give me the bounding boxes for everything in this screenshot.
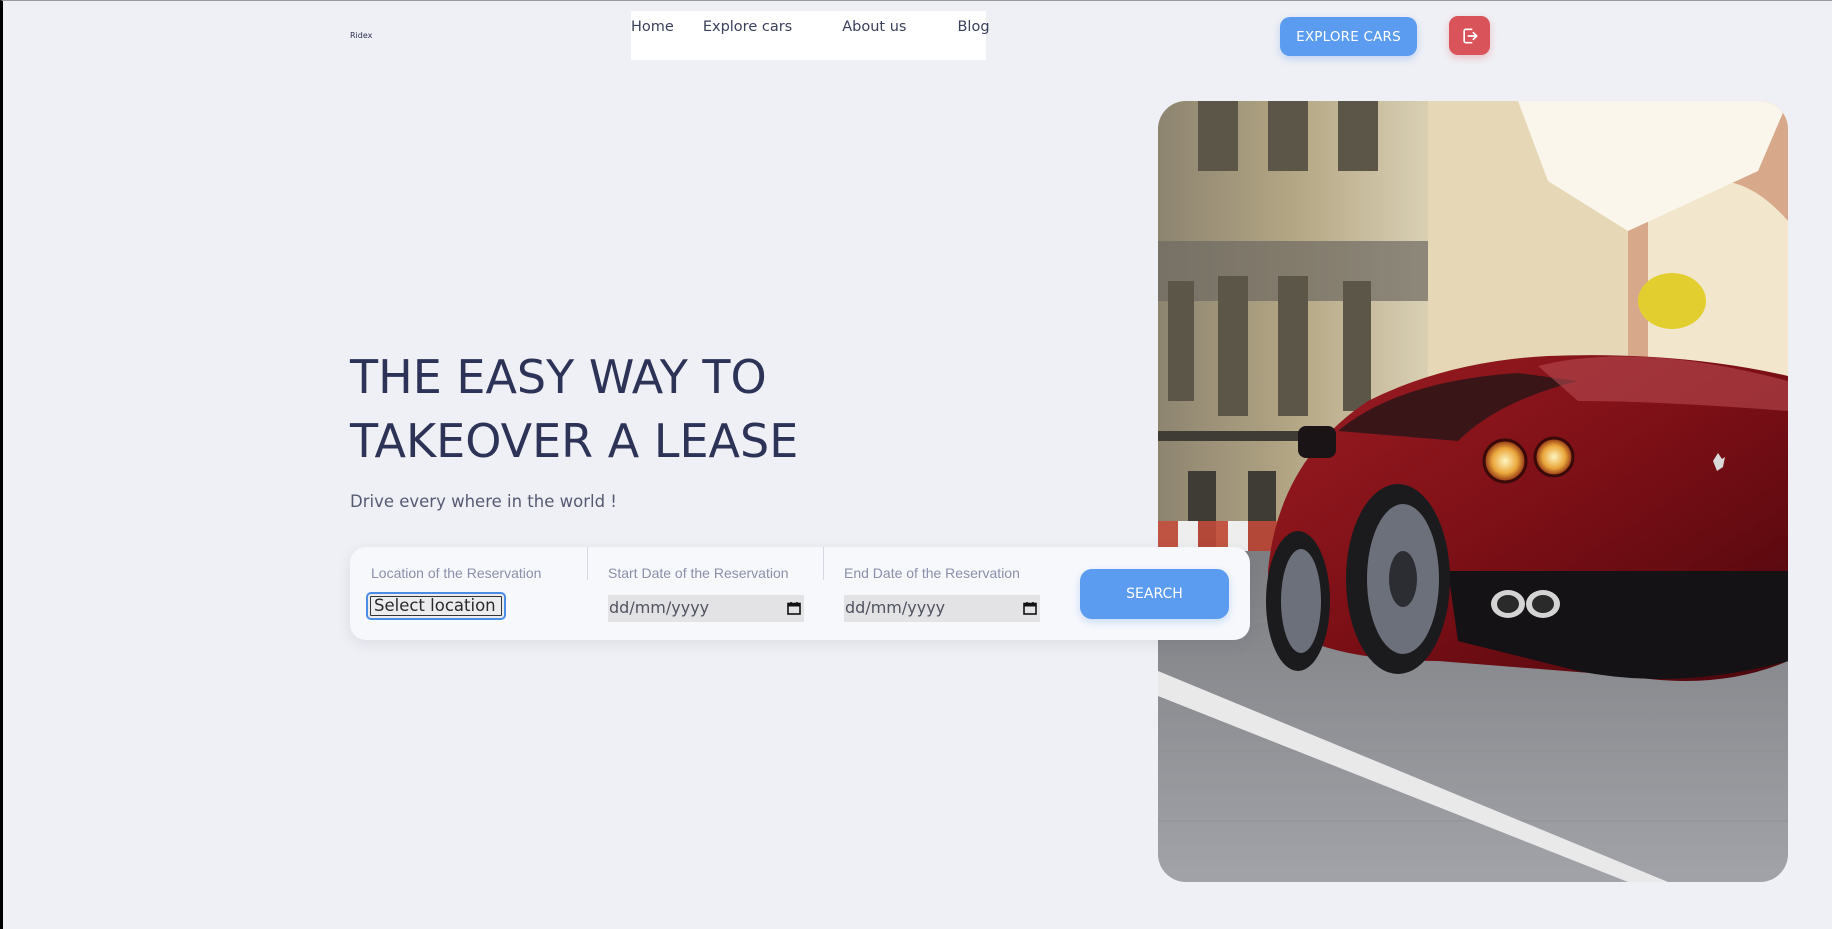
end-date-input[interactable]: dd/mm/yyyy xyxy=(844,595,1040,622)
end-date-field: End Date of the Reservation dd/mm/yyyy xyxy=(844,547,1044,640)
hero-title-line1: THE EASY WAY TO xyxy=(350,350,767,404)
calendar-icon[interactable] xyxy=(787,601,801,615)
reservation-search-card: Location of the Reservation Select locat… xyxy=(350,547,1250,640)
logout-icon xyxy=(1462,28,1477,44)
search-button[interactable]: SEARCH xyxy=(1080,569,1229,619)
hero-title: THE EASY WAY TO TAKEOVER A LEASE xyxy=(350,345,910,473)
hero-car-image xyxy=(1158,101,1788,882)
location-field: Location of the Reservation Select locat… xyxy=(366,547,571,640)
nav-home[interactable]: Home xyxy=(631,19,674,35)
field-divider xyxy=(587,547,588,580)
logo[interactable]: Ridex xyxy=(350,31,372,40)
explore-cars-button[interactable]: EXPLORE CARS xyxy=(1280,17,1417,56)
start-date-input[interactable]: dd/mm/yyyy xyxy=(608,595,804,622)
nav-blog[interactable]: Blog xyxy=(957,19,989,35)
main-nav: Home Explore cars About us Blog xyxy=(631,11,990,60)
nav-explore-cars[interactable]: Explore cars xyxy=(703,19,792,35)
logout-button[interactable] xyxy=(1449,16,1490,55)
start-date-field: Start Date of the Reservation dd/mm/yyyy xyxy=(608,547,808,640)
start-date-placeholder: dd/mm/yyyy xyxy=(609,598,710,617)
nav-about-us[interactable]: About us xyxy=(842,19,906,35)
location-select[interactable]: Select location xyxy=(366,592,506,620)
end-date-label: End Date of the Reservation xyxy=(844,565,1020,581)
hero-title-line2: TAKEOVER A LEASE xyxy=(350,414,799,468)
hero-subtitle: Drive every where in the world ! xyxy=(350,492,617,511)
calendar-icon[interactable] xyxy=(1023,601,1037,615)
location-label: Location of the Reservation xyxy=(371,565,542,581)
start-date-label: Start Date of the Reservation xyxy=(608,565,789,581)
field-divider xyxy=(823,547,824,580)
end-date-placeholder: dd/mm/yyyy xyxy=(845,598,946,617)
